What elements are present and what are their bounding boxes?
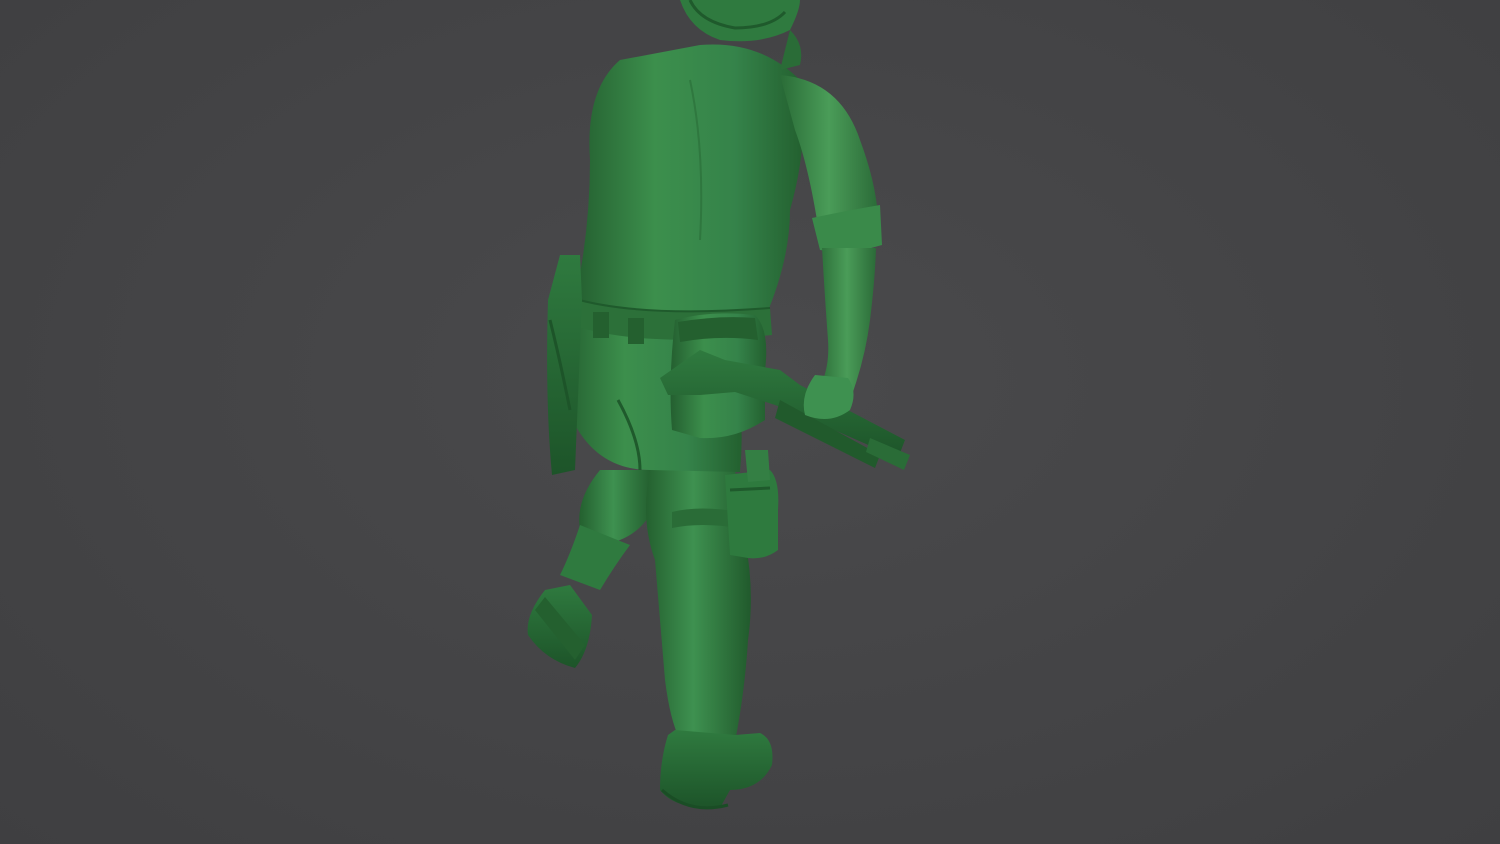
torso <box>575 44 804 325</box>
back-leg <box>527 470 655 668</box>
side-pouch <box>547 255 582 475</box>
soldier-figurine <box>527 0 910 810</box>
3d-viewport[interactable] <box>0 0 1500 844</box>
hand <box>803 375 854 419</box>
right-arm <box>780 75 882 400</box>
